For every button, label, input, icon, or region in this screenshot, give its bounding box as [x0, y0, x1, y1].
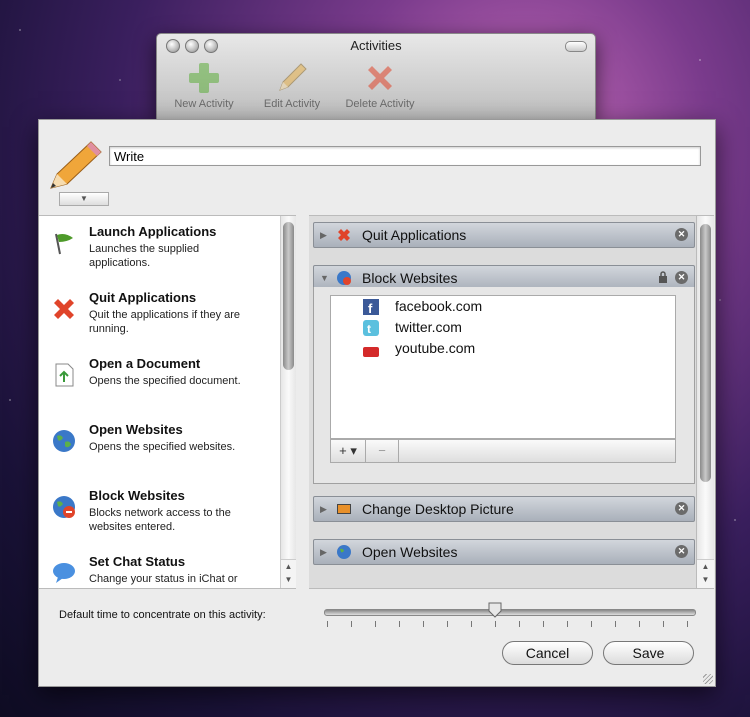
- site-url: twitter.com: [395, 319, 462, 335]
- list-item[interactable]: Quit Applications Quit the applications …: [39, 282, 296, 348]
- pencil-icon: [50, 141, 102, 189]
- new-activity-label: New Activity: [174, 98, 234, 110]
- list-item[interactable]: youtube.com: [331, 338, 675, 359]
- action-description: Opens the specified document.: [89, 375, 241, 387]
- disclosure-triangle-icon[interactable]: ▶: [320, 547, 327, 558]
- action-title: Launch Applications: [89, 224, 217, 239]
- action-bar-quit-applications[interactable]: ▶ Quit Applications ✕: [313, 222, 695, 248]
- left-scrollbar[interactable]: ▲ ▼: [280, 216, 296, 588]
- action-description: Blocks network access to the websites en…: [89, 507, 231, 533]
- edit-activity-button[interactable]: Edit Activity: [253, 60, 331, 110]
- pencil-icon: [279, 63, 307, 91]
- x-icon: [368, 66, 392, 90]
- action-title: Open Websites: [89, 422, 183, 437]
- globe-icon: [53, 430, 75, 452]
- youtube-icon: [363, 341, 379, 357]
- list-item[interactable]: f facebook.com: [331, 296, 675, 317]
- right-scrollbar[interactable]: ▲ ▼: [696, 216, 714, 588]
- toolbar-toggle-button[interactable]: [565, 41, 587, 52]
- svg-text:t: t: [367, 322, 371, 336]
- add-site-button[interactable]: + ▾: [331, 440, 366, 462]
- list-item[interactable]: Set Chat Status Change your status in iC…: [39, 546, 296, 588]
- resize-grip[interactable]: [703, 674, 713, 684]
- site-editor-controls: + ▾ −: [330, 439, 676, 463]
- flag-icon: [55, 233, 73, 255]
- action-bar-label: Open Websites: [362, 544, 458, 560]
- remove-action-button[interactable]: ✕: [675, 271, 688, 284]
- remove-action-button[interactable]: ✕: [675, 545, 688, 558]
- list-item[interactable]: Open a Document Opens the specified docu…: [39, 348, 296, 414]
- delete-activity-button[interactable]: Delete Activity: [341, 60, 419, 110]
- action-library-list: Launch Applications Launches the supplie…: [39, 215, 296, 589]
- action-description: Opens the specified websites.: [89, 441, 236, 453]
- action-title: Block Websites: [89, 488, 185, 503]
- remove-action-button[interactable]: ✕: [675, 502, 688, 515]
- scrollbar-thumb[interactable]: [700, 224, 711, 482]
- action-bar-change-desktop-picture[interactable]: ▶ Change Desktop Picture ✕: [313, 496, 695, 522]
- disclosure-triangle-icon[interactable]: ▶: [320, 504, 327, 515]
- desktop-picture-icon: [337, 504, 351, 514]
- chat-icon: [53, 563, 75, 583]
- quit-icon: [54, 299, 74, 319]
- cancel-button[interactable]: Cancel: [502, 641, 593, 665]
- blocked-sites-list[interactable]: f facebook.com t twitter.com youtube.com: [330, 295, 676, 439]
- activities-window: Activities New Activity Edit Activity De…: [156, 33, 596, 121]
- list-item[interactable]: Launch Applications Launches the supplie…: [39, 216, 296, 282]
- list-item[interactable]: Block Websites Blocks network access to …: [39, 480, 296, 546]
- scrollbar-thumb[interactable]: [283, 222, 294, 370]
- action-title: Open a Document: [89, 356, 201, 371]
- site-url: facebook.com: [395, 298, 483, 314]
- svg-text:f: f: [368, 301, 373, 315]
- remove-action-button[interactable]: ✕: [675, 228, 688, 241]
- delete-activity-label: Delete Activity: [345, 98, 415, 110]
- site-url: youtube.com: [395, 340, 476, 356]
- list-item[interactable]: Open Websites Opens the specified websit…: [39, 414, 296, 480]
- action-description: Change your status in iChat or: [89, 573, 238, 585]
- concentration-time-slider[interactable]: [324, 609, 696, 616]
- block-globe-icon: [53, 496, 75, 518]
- edit-activity-sheet: ▼ Launch Applications Launches the suppl…: [38, 119, 716, 687]
- document-icon: [55, 363, 74, 387]
- save-button[interactable]: Save: [603, 641, 694, 665]
- globe-icon: [337, 545, 351, 559]
- new-activity-button[interactable]: New Activity: [165, 60, 243, 110]
- action-bar-label: Block Websites: [362, 270, 458, 286]
- toolbar: New Activity Edit Activity Delete Activi…: [165, 60, 419, 110]
- disclosure-triangle-icon[interactable]: ▶: [320, 230, 327, 241]
- quit-icon: [338, 229, 350, 241]
- list-item[interactable]: t twitter.com: [331, 317, 675, 338]
- activity-name-field[interactable]: [109, 146, 701, 166]
- slider-label: Default time to concentrate on this acti…: [59, 609, 266, 621]
- action-bar-label: Change Desktop Picture: [362, 501, 514, 517]
- action-bar-label: Quit Applications: [362, 227, 467, 243]
- lock-icon[interactable]: [658, 271, 668, 283]
- block-websites-editor: f facebook.com t twitter.com youtube.com: [313, 287, 695, 484]
- plus-icon: [189, 63, 219, 93]
- facebook-icon: f: [363, 299, 379, 315]
- action-description: Launches the supplied applications.: [89, 243, 200, 269]
- action-title: Set Chat Status: [89, 554, 186, 569]
- chevron-down-icon[interactable]: ▼: [59, 192, 109, 206]
- slider-ticks: [327, 621, 693, 627]
- scroll-arrows[interactable]: ▲ ▼: [697, 559, 714, 588]
- edit-activity-label: Edit Activity: [263, 98, 321, 110]
- remove-site-button[interactable]: −: [366, 440, 399, 462]
- scroll-arrows[interactable]: ▲ ▼: [281, 559, 296, 588]
- block-globe-icon: [337, 271, 351, 285]
- twitter-icon: t: [363, 320, 379, 336]
- action-description: Quit the applications if they are runnin…: [89, 309, 241, 335]
- selected-actions-panel: ▶ Quit Applications ✕ ▼ Block Websites ✕: [309, 215, 714, 589]
- action-bar-open-websites[interactable]: ▶ Open Websites ✕: [313, 539, 695, 565]
- window-title: Activities: [350, 38, 402, 53]
- activity-icon-picker[interactable]: ▼: [47, 138, 109, 206]
- disclosure-triangle-icon[interactable]: ▼: [320, 273, 329, 283]
- slider-knob[interactable]: [488, 602, 502, 618]
- action-title: Quit Applications: [89, 290, 197, 305]
